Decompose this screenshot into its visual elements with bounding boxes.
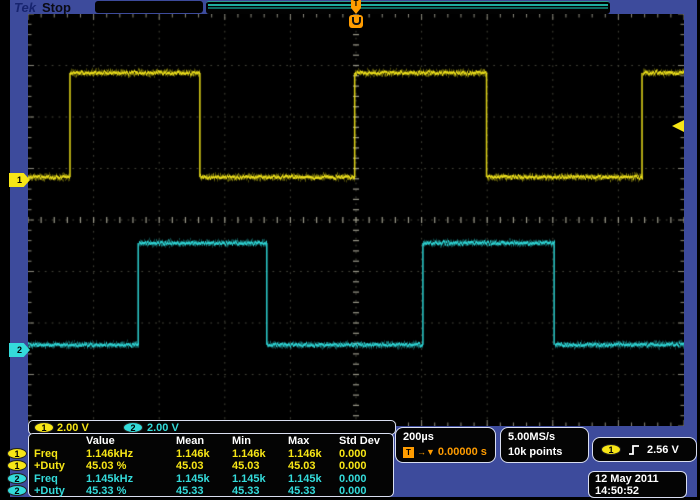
cell-mean: 1.146k — [176, 448, 232, 461]
measurement-name: +Duty — [34, 460, 86, 472]
waveform-canvas — [28, 14, 684, 426]
timebase-position-line: T→▼0.00000 s — [403, 445, 495, 460]
cell-stddev: 0.000 — [339, 473, 393, 486]
table-row-label: 1 +Duty — [29, 460, 86, 473]
channel1-badge: 1 — [7, 448, 27, 459]
timebase-position: 0.00000 s — [438, 445, 487, 460]
tek-logo: Tek — [14, 0, 36, 15]
trigger-readout: 1 2.56 V — [592, 437, 697, 462]
table-row-label: 2 +Duty — [29, 485, 86, 498]
trigger-source-badge: 1 — [601, 444, 621, 455]
cell-value: 45.03 % — [86, 460, 176, 473]
cell-min: 45.03 — [232, 460, 288, 473]
timebase-scale: 200µs — [403, 430, 495, 445]
table-row-label: 1 Freq — [29, 448, 86, 461]
cell-mean: 45.33 — [176, 485, 232, 498]
trigger-level: 2.56 V — [647, 444, 679, 456]
cell-min: 45.33 — [232, 485, 288, 498]
cell-stddev: 0.000 — [339, 485, 393, 498]
sample-rate: 5.00MS/s — [508, 430, 588, 445]
channel2-badge: 2 — [123, 422, 143, 433]
col-header-mean: Mean — [176, 435, 232, 448]
arrow-down-icon: →▼ — [417, 445, 435, 460]
measurement-table: Value Mean Min Max Std Dev 1 Freq 1.146k… — [28, 433, 394, 497]
col-header-stddev: Std Dev — [339, 435, 393, 448]
measurement-name: Freq — [34, 448, 86, 460]
record-view-bar — [206, 1, 610, 14]
time-text: 14:50:52 — [595, 485, 686, 497]
acquisition-readout: 5.00MS/s 10k points — [500, 427, 589, 463]
trigger-level-arrow-icon — [672, 120, 684, 132]
cell-value: 1.145kHz — [86, 473, 176, 486]
trigger-t-icon: T — [403, 447, 414, 458]
waveform-display — [28, 14, 684, 426]
measurement-header-spacer — [29, 435, 86, 448]
cell-mean: 45.03 — [176, 460, 232, 473]
cell-mean: 1.145k — [176, 473, 232, 486]
cell-max: 1.145k — [288, 473, 339, 486]
channel2-badge: 2 — [7, 485, 27, 496]
u-glyph — [352, 17, 361, 25]
record-length: 10k points — [508, 445, 588, 460]
cell-value: 1.146kHz — [86, 448, 176, 461]
channel2-badge: 2 — [7, 473, 27, 484]
cell-max: 45.33 — [288, 485, 339, 498]
trigger-arrow-down-icon — [351, 8, 361, 14]
trigger-t-flag-icon: T — [351, 0, 361, 8]
cell-max: 1.146k — [288, 448, 339, 461]
record-view-trace-dim — [208, 7, 608, 9]
col-header-max: Max — [288, 435, 339, 448]
cell-stddev: 0.000 — [339, 448, 393, 461]
trigger-u-icon — [349, 15, 363, 28]
trigger-position-marker: T — [348, 0, 364, 32]
measurement-name: +Duty — [34, 485, 86, 497]
cell-value: 45.33 % — [86, 485, 176, 498]
date-text: 12 May 2011 — [595, 473, 686, 485]
cell-max: 45.03 — [288, 460, 339, 473]
channel1-badge: 1 — [34, 422, 54, 433]
rising-edge-icon — [628, 443, 640, 456]
status-box — [95, 1, 203, 13]
col-header-value: Value — [86, 435, 176, 448]
timebase-readout: 200µs T→▼0.00000 s — [395, 427, 496, 463]
cell-stddev: 0.000 — [339, 460, 393, 473]
acquisition-status: Stop — [42, 0, 71, 15]
col-header-min: Min — [232, 435, 288, 448]
datetime-readout: 12 May 2011 14:50:52 — [588, 471, 687, 498]
cell-min: 1.146k — [232, 448, 288, 461]
table-row-label: 2 Freq — [29, 473, 86, 486]
cell-min: 1.145k — [232, 473, 288, 486]
record-view-trace — [208, 4, 608, 6]
measurement-name: Freq — [34, 473, 86, 485]
channel1-badge: 1 — [7, 460, 27, 471]
